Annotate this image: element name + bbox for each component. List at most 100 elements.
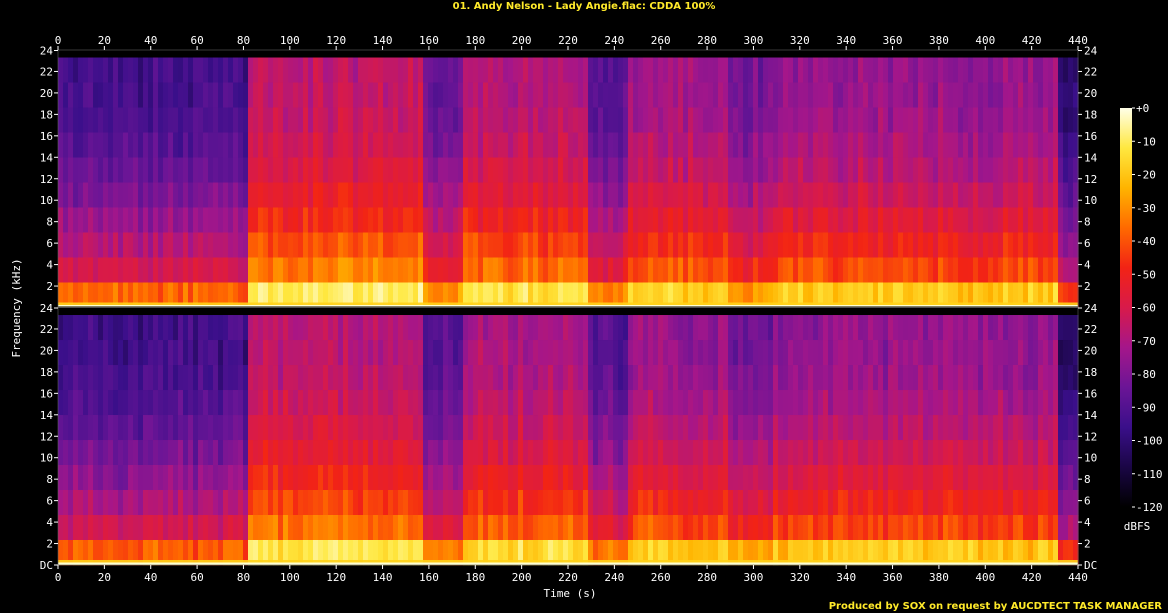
x-tick-label: 380	[929, 571, 949, 584]
y-tick-label: 8	[1084, 216, 1091, 229]
y-tick-label: 24	[1084, 45, 1098, 58]
x-tick-label: 120	[326, 34, 346, 47]
y-tick-label: 22	[40, 323, 53, 336]
footer-credit: Produced by SOX on request by AUCDTECT T…	[828, 601, 1162, 612]
x-tick-label: 100	[280, 34, 300, 47]
x-tick-label: 0	[55, 571, 62, 584]
x-tick-label: 320	[790, 34, 810, 47]
colorbar-tick-label: -120	[1136, 501, 1163, 514]
colorbar-tick-label: -60	[1136, 302, 1156, 315]
x-tick-label: 420	[1022, 34, 1042, 47]
y-tick-label: 14	[40, 151, 54, 164]
y-tick-label: 20	[1084, 87, 1097, 100]
y-tick-label: 10	[1084, 194, 1097, 207]
y-tick-label: 10	[40, 452, 53, 465]
x-tick-label: 240	[604, 571, 624, 584]
x-tick-label: 400	[975, 34, 995, 47]
y-tick-label: 2	[1084, 280, 1091, 293]
x-tick-label: 220	[558, 34, 578, 47]
x-tick-label: 440	[1068, 571, 1088, 584]
x-tick-label: 0	[55, 34, 62, 47]
y-tick-label: 10	[40, 194, 53, 207]
plot-area	[57, 49, 1079, 566]
y-tick-label: 18	[40, 108, 53, 121]
y-tick-label: 6	[46, 495, 53, 508]
y-tick-label: 24	[40, 45, 54, 58]
channel-1-spectrogram	[58, 50, 1079, 308]
x-tick-label: 260	[651, 571, 671, 584]
y-tick-label: 22	[1084, 323, 1097, 336]
y-tick-label: 4	[46, 259, 53, 272]
x-tick-label: 340	[836, 34, 856, 47]
x-tick-label: 40	[144, 34, 157, 47]
y-tick-label: 2	[46, 538, 53, 551]
y-tick-label: 4	[46, 516, 53, 529]
colorbar-tick-label: -70	[1136, 335, 1156, 348]
x-tick-label: 360	[883, 34, 903, 47]
y-tick-label: 24	[40, 302, 54, 315]
y-tick-label: 10	[1084, 452, 1097, 465]
colorbar-tick-label: -10	[1136, 135, 1156, 148]
x-tick-label: 140	[373, 34, 393, 47]
x-tick-label: 140	[373, 571, 393, 584]
y-tick-label: 12	[1084, 430, 1097, 443]
y-tick-label: 4	[1084, 259, 1091, 272]
y-tick-label: 2	[1084, 538, 1091, 551]
y-axis-label: Frequency (kHz)	[10, 258, 23, 357]
colorbar-tick-label: +0	[1136, 102, 1149, 115]
y-tick-label: 22	[40, 65, 53, 78]
x-tick-label: 20	[98, 571, 111, 584]
x-tick-label: 160	[419, 571, 439, 584]
x-tick-label: 180	[465, 34, 485, 47]
colorbar-label: dBFS	[1124, 520, 1151, 533]
x-tick-label: 260	[651, 34, 671, 47]
y-tick-label: 8	[46, 216, 53, 229]
colorbar-tick-label: -80	[1136, 368, 1156, 381]
y-tick-label: 6	[46, 237, 53, 250]
y-tick-label: 20	[40, 87, 53, 100]
y-tick-label: 18	[1084, 366, 1097, 379]
x-tick-label: 60	[190, 34, 203, 47]
y-tick-label: 14	[1084, 409, 1098, 422]
x-tick-label: 220	[558, 571, 578, 584]
y-tick-label: 16	[1084, 387, 1097, 400]
y-tick-label: 16	[1084, 130, 1097, 143]
colorbar: +0 -10 -20 -30 -40 -50 -60 -70 -80 -90 -100 -110 -12…	[1120, 102, 1163, 514]
x-tick-label: 280	[697, 571, 717, 584]
y-tick-label: 8	[46, 473, 53, 486]
x-tick-label: 180	[465, 571, 485, 584]
y-tick-label: 16	[40, 130, 53, 143]
colorbar-tick-label: -40	[1136, 235, 1156, 248]
colorbar-tick-label: -110	[1136, 468, 1163, 481]
y-tick-label: 16	[40, 387, 53, 400]
colorbar-tick-label: -90	[1136, 401, 1156, 414]
y-tick-label: 8	[1084, 473, 1091, 486]
y-tick-label: 2	[46, 280, 53, 293]
colorbar-tick-label: -100	[1136, 435, 1163, 448]
y-tick-label: 14	[40, 409, 54, 422]
y-tick-label: 22	[1084, 65, 1097, 78]
x-tick-label: 40	[144, 571, 157, 584]
y-tick-label: 4	[1084, 516, 1091, 529]
x-axis-label: Time (s)	[544, 587, 597, 600]
x-tick-label: 300	[744, 34, 764, 47]
y-tick-label: 20	[40, 344, 53, 357]
x-axis-bottom: 0 20 40 60 80 100 120 140 160 180 200 220 240 260 280 3…	[55, 565, 1088, 584]
colorbar-tick-label: -30	[1136, 202, 1156, 215]
y-tick-label: DC	[40, 559, 53, 572]
colorbar-scale	[1120, 108, 1132, 507]
x-tick-label: 380	[929, 34, 949, 47]
x-tick-label: 80	[237, 571, 250, 584]
x-tick-label: 60	[190, 571, 203, 584]
x-tick-label: 420	[1022, 571, 1042, 584]
y-tick-label: 20	[1084, 344, 1097, 357]
y-tick-label: 18	[40, 366, 53, 379]
x-axis-top: 0 20 40 60 80 100 120 140 160 180 200 220 240 260 280 3…	[55, 34, 1088, 50]
x-tick-label: 400	[975, 571, 995, 584]
x-tick-label: 280	[697, 34, 717, 47]
y-tick-label: 14	[1084, 151, 1098, 164]
y-tick-label: 12	[1084, 173, 1097, 186]
colorbar-tick-label: -20	[1136, 169, 1156, 182]
y-tick-label: 12	[40, 173, 53, 186]
y-tick-label: 12	[40, 430, 53, 443]
